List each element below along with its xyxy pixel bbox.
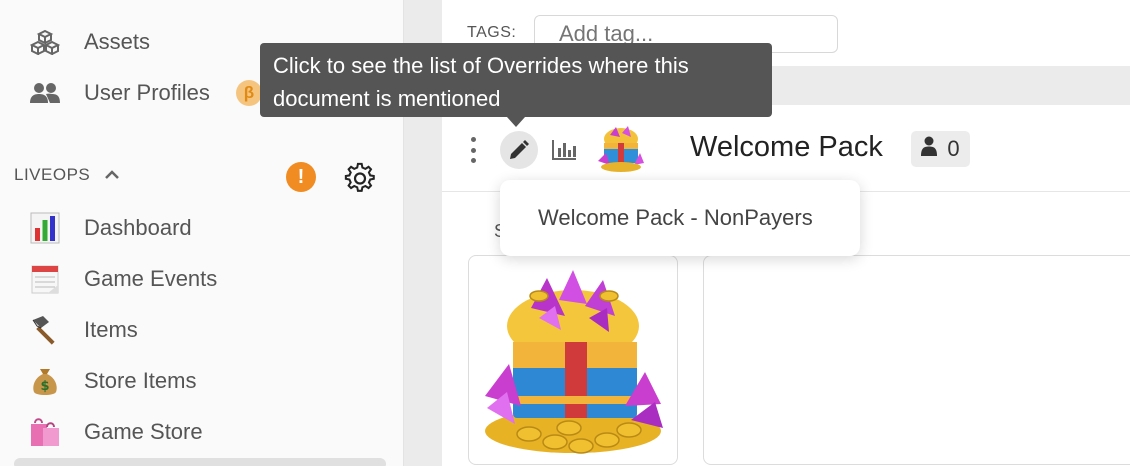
warning-icon[interactable]: !: [286, 162, 316, 192]
sidebar-item-store-items[interactable]: $ Store Items: [28, 361, 196, 401]
tags-label: TAGS:: [467, 24, 517, 41]
mentions-count: 0: [947, 136, 960, 161]
mentions-badge[interactable]: 0: [911, 131, 970, 167]
hammer-icon: [28, 313, 62, 347]
svg-text:$: $: [40, 379, 49, 394]
details-panel: [703, 255, 1130, 465]
money-bag-icon: $: [28, 364, 62, 398]
tooltip-arrow: [507, 117, 525, 127]
dropdown-item-override[interactable]: Welcome Pack - NonPayers: [538, 205, 813, 231]
overrides-tooltip: Click to see the list of Overrides where…: [260, 43, 772, 117]
welcome-pack-thumbnail: [596, 125, 646, 173]
sidebar-item-items[interactable]: Items: [28, 310, 138, 350]
sidebar-item-label: Store Items: [84, 368, 197, 393]
overrides-dropdown: Welcome Pack - NonPayers: [500, 180, 860, 256]
section-header-liveops[interactable]: LIVEOPS: [14, 165, 120, 185]
section-title: LIVEOPS: [14, 165, 91, 184]
calendar-icon: [28, 262, 62, 296]
sidebar-item-assets[interactable]: Assets: [28, 22, 150, 62]
users-icon: [28, 76, 62, 110]
gear-icon[interactable]: [344, 162, 376, 194]
sidebar-item-game-events[interactable]: Game Events: [28, 259, 217, 299]
sidebar-item-dashboard[interactable]: Dashboard: [28, 208, 192, 248]
person-icon: [921, 136, 938, 162]
cubes-icon: [28, 25, 62, 59]
page-title: Welcome Pack: [690, 131, 883, 163]
item-image: [468, 255, 678, 465]
beta-badge: β: [236, 80, 262, 106]
more-options-icon[interactable]: [468, 137, 478, 163]
sidebar-item-label: Game Events: [84, 266, 218, 291]
sidebar-item-next[interactable]: [14, 458, 386, 466]
sidebar-item-label: User Profiles: [84, 80, 210, 105]
sidebar-item-game-store[interactable]: Game Store: [28, 412, 203, 452]
bar-chart-icon: [28, 211, 62, 245]
shopping-bags-icon: [28, 415, 62, 449]
sidebar-item-label: Assets: [84, 29, 151, 54]
sidebar-item-label: Items: [84, 317, 138, 342]
sidebar-item-label: Game Store: [84, 419, 203, 444]
pencil-icon[interactable]: [500, 131, 538, 169]
document-card: Welcome Pack 0 S: [442, 105, 1130, 466]
stats-icon[interactable]: [550, 137, 578, 163]
star-icon: [36, 0, 56, 4]
sidebar-item-label: Dashboard: [84, 215, 192, 240]
sidebar-item-user-profiles[interactable]: User Profiles: [28, 73, 210, 113]
chevron-up-icon: [104, 165, 120, 185]
